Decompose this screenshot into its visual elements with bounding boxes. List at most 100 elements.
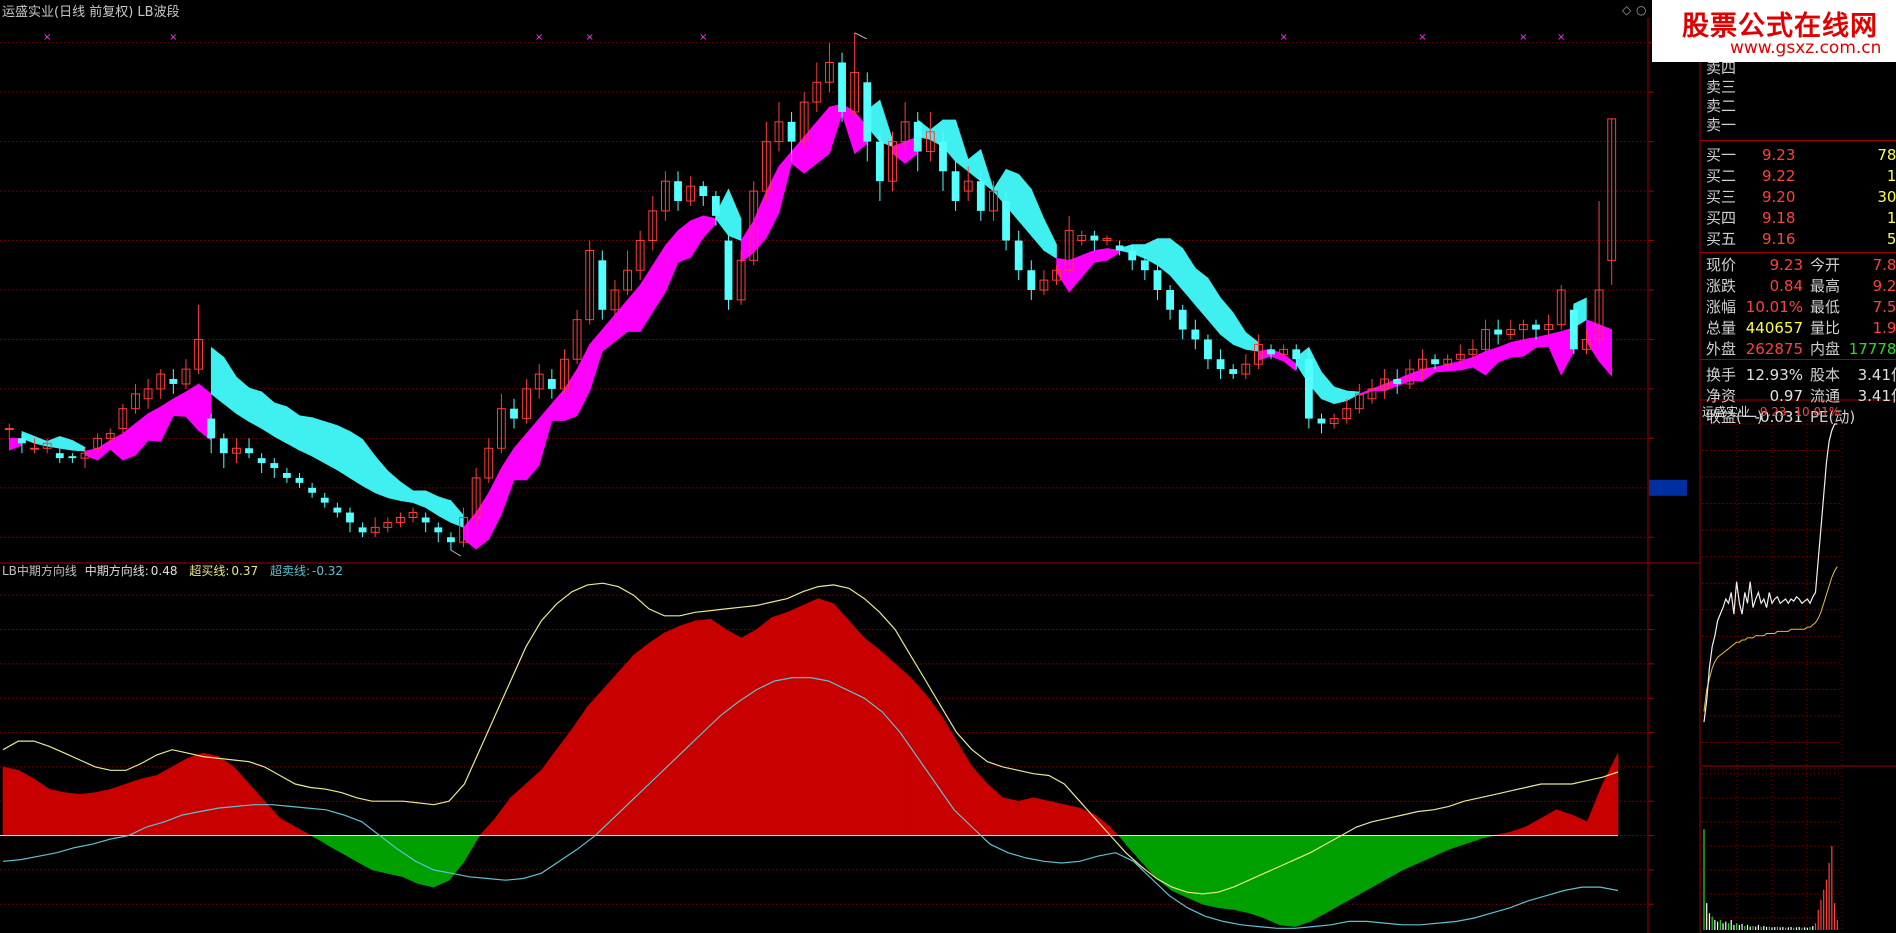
bid-row: 买三 9.20 309: [1700, 186, 1896, 208]
direction-area-segment: [710, 618, 727, 836]
trend-band-segment: [1371, 383, 1385, 392]
direction-area-segment: [541, 748, 558, 836]
direction-area-segment: [294, 826, 312, 836]
candle-body: [1431, 359, 1439, 365]
candle-body: [207, 418, 216, 439]
direction-area-segment: [1586, 783, 1603, 836]
trend-band-segment: [728, 188, 742, 241]
trend-band-segment: [475, 491, 490, 550]
trend-band-segment: [1409, 368, 1423, 382]
indicator-legend: LB中期方向线 中期方向线: 0.48 超买线: 0.37 超卖线: -0.32: [2, 562, 351, 579]
candle-body: [1014, 240, 1023, 271]
candle-body: [1216, 359, 1225, 370]
mini-chart-name: 运盛实业: [1702, 405, 1751, 419]
trend-band-segment: [210, 346, 225, 405]
candle-body: [1229, 369, 1238, 375]
direction-area-segment: [33, 778, 50, 836]
candle-body: [308, 487, 317, 493]
quote-divider: [1700, 252, 1896, 253]
quote-value-2: 3.41亿: [1857, 387, 1896, 405]
trend-band-segment: [1535, 334, 1549, 348]
direction-area-segment: [817, 598, 834, 836]
direction-area-segment: [233, 766, 250, 836]
trend-band-segment: [450, 499, 464, 528]
trend-band-segment: [993, 168, 1007, 207]
trend-band-segment: [463, 511, 477, 550]
candle-body: [1090, 235, 1099, 241]
direction-area-segment: [864, 637, 881, 836]
direction-area-segment: [987, 783, 1004, 836]
trend-band-segment: [1586, 319, 1600, 363]
direction-area-segment: [1402, 835, 1419, 871]
quote-value: 440657: [1745, 319, 1803, 337]
current-price-marker: [1649, 479, 1687, 496]
trend-band-segment: [576, 344, 590, 416]
candle-body: [724, 240, 733, 300]
signal-cross-mark: ×: [586, 32, 594, 43]
candle-body: [1027, 270, 1036, 290]
candle-body: [1532, 324, 1540, 330]
indicator-line1-value: 0.48: [150, 564, 178, 578]
direction-area-segment: [910, 676, 927, 836]
direction-area-segment: [740, 629, 757, 836]
direction-area-segment: [802, 598, 819, 836]
candle-body: [787, 121, 796, 142]
bid-label: 买四: [1706, 209, 1737, 227]
direction-area-segment: [1263, 835, 1280, 926]
signal-cross-mark: ×: [1418, 32, 1426, 43]
bid-volume: 11: [1886, 167, 1896, 185]
trend-band-segment: [677, 220, 691, 263]
trend-band-segment: [1068, 254, 1083, 293]
direction-area-segment: [202, 752, 219, 836]
bid-price: 9.18: [1762, 209, 1796, 227]
trend-band-segment: [1472, 350, 1486, 376]
quote-label-2: 最高: [1810, 277, 1841, 295]
trend-band-segment: [109, 432, 124, 461]
trend-band-segment: [324, 421, 338, 471]
quote-row: 涨跌 0.84 最高 9.23: [1700, 275, 1896, 297]
candle-body: [1204, 339, 1212, 360]
quote-value: 10.01%: [1745, 298, 1803, 316]
indicator-name: LB中期方向线: [2, 564, 77, 578]
candle-body: [711, 196, 720, 216]
direction-area-segment: [1602, 753, 1619, 836]
direction-area-segment: [387, 835, 404, 878]
candle-body: [4, 427, 14, 430]
circle-icon[interactable]: ○: [1636, 3, 1646, 17]
direction-area-segment: [94, 788, 111, 836]
trend-band-segment: [816, 106, 830, 165]
trend-band-segment: [892, 141, 906, 165]
direction-area-segment: [1433, 835, 1450, 857]
trend-band-segment: [286, 406, 300, 451]
candle-body: [913, 121, 922, 152]
signal-cross-mark: ×: [535, 32, 543, 43]
direction-area-segment: [510, 783, 527, 836]
candle-body: [674, 181, 682, 201]
candle-body: [320, 497, 329, 503]
indicator-line3-label: 超卖线:: [269, 564, 310, 578]
diamond-icon[interactable]: ◇: [1622, 3, 1631, 17]
trend-band-segment: [59, 435, 73, 451]
candle-body: [1002, 200, 1010, 241]
trend-band-segment: [1169, 237, 1184, 291]
quote-label-2: 最低: [1810, 298, 1841, 316]
direction-area-segment: [1525, 817, 1542, 836]
quote-value: 12.93%: [1745, 366, 1803, 384]
candle-body: [1267, 349, 1275, 355]
candle-body: [434, 527, 443, 533]
candle-body: [30, 447, 39, 450]
direction-area-segment: [79, 792, 96, 836]
direction-area-segment: [756, 616, 773, 836]
direction-area-segment: [787, 605, 804, 836]
trend-band-segment: [639, 264, 654, 333]
quote-label: 外盘: [1706, 340, 1737, 358]
quote-label: 换手: [1706, 366, 1737, 384]
bid-volume: 309: [1877, 188, 1896, 206]
candle-body: [1115, 245, 1124, 251]
signal-cross-mark: ×: [1519, 32, 1527, 43]
direction-area-segment: [664, 625, 681, 836]
watermark-sub: www.gsxz.com.cn: [1730, 38, 1882, 58]
trend-band-segment: [1043, 218, 1057, 259]
direction-area-segment: [264, 800, 281, 836]
direction-area-segment: [1571, 814, 1588, 836]
